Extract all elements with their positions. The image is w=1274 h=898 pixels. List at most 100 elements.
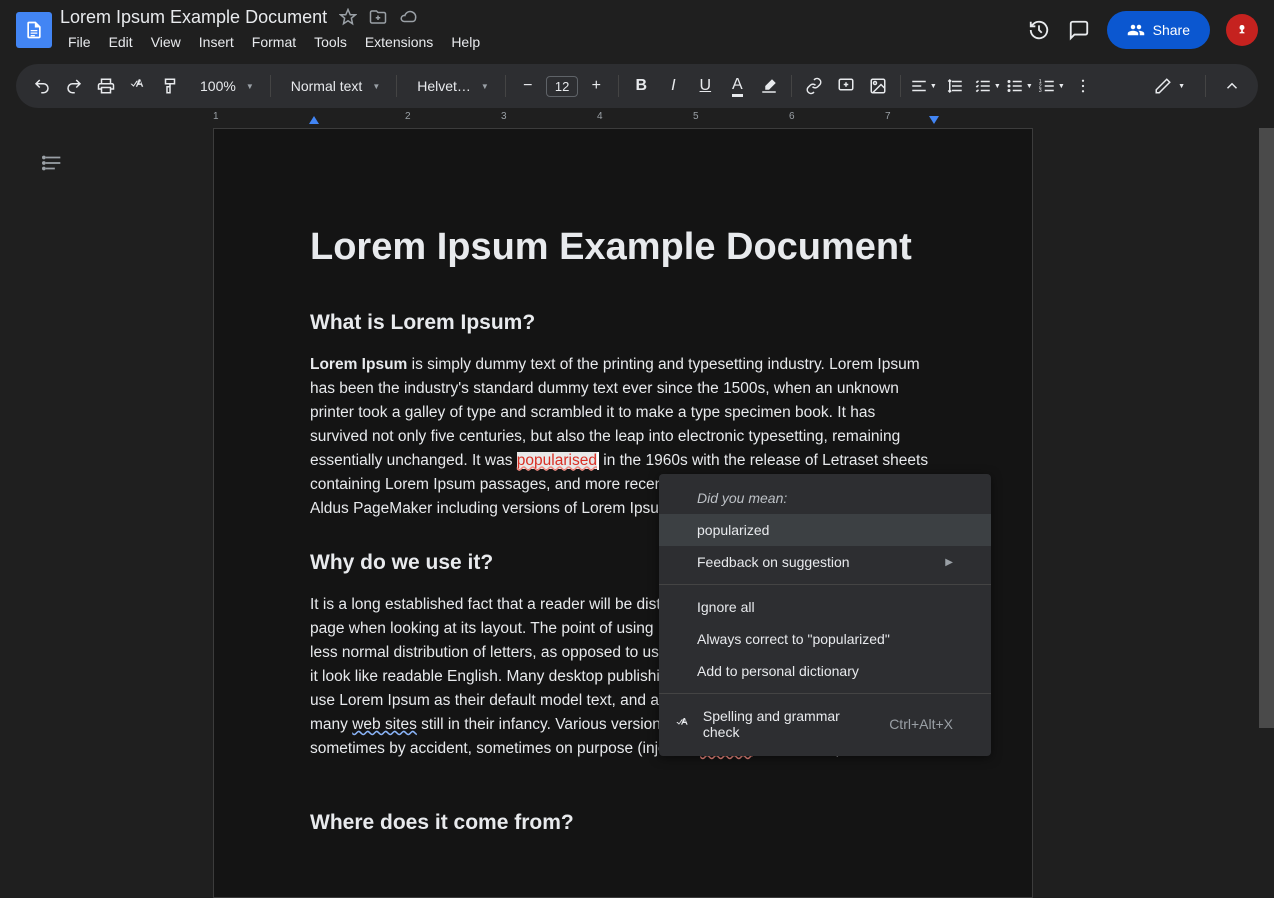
spellcheck-icon	[673, 714, 693, 734]
align-button[interactable]: ▼	[909, 72, 937, 100]
history-icon[interactable]	[1027, 18, 1051, 42]
ruler-num: 2	[405, 111, 411, 122]
feedback-item[interactable]: Feedback on suggestion ▶	[659, 546, 991, 578]
highlight-button[interactable]	[755, 72, 783, 100]
separator	[505, 75, 506, 97]
styles-dropdown[interactable]: Normal text ▼	[279, 78, 389, 94]
grammar-word[interactable]: web sites	[352, 716, 417, 733]
menu-bar: File Edit View Insert Format Tools Exten…	[60, 30, 1027, 54]
chevron-down-icon: ▼	[481, 82, 489, 91]
link-button[interactable]	[800, 72, 828, 100]
menu-item-label: Add to personal dictionary	[697, 663, 859, 679]
scrollbar-thumb[interactable]	[1259, 128, 1274, 728]
menu-view[interactable]: View	[143, 30, 189, 54]
underline-button[interactable]: U	[691, 72, 719, 100]
always-correct-item[interactable]: Always correct to "popularized"	[659, 623, 991, 655]
menu-item-label: Always correct to "popularized"	[697, 631, 890, 647]
indent-marker-icon[interactable]	[929, 116, 939, 124]
separator	[900, 75, 901, 97]
chevron-down-icon: ▼	[372, 82, 380, 91]
menu-item-label: Spelling and grammar check	[703, 708, 879, 740]
font-inc-button[interactable]: +	[582, 72, 610, 100]
ruler-num: 4	[597, 111, 603, 122]
zoom-dropdown[interactable]: 100% ▼	[188, 78, 262, 94]
cloud-status-icon[interactable]	[399, 8, 417, 26]
redo-button[interactable]	[60, 72, 88, 100]
ignore-all-item[interactable]: Ignore all	[659, 591, 991, 623]
menu-insert[interactable]: Insert	[191, 30, 242, 54]
ruler-num: 6	[789, 111, 795, 122]
collapse-button[interactable]	[1218, 72, 1246, 100]
bullet-list-button[interactable]: ▼	[1005, 72, 1033, 100]
spelling-suggestion[interactable]: popularized	[659, 514, 991, 546]
menu-format[interactable]: Format	[244, 30, 304, 54]
toolbar: 100% ▼ Normal text ▼ Helvet… ▼ − 12 + B …	[16, 64, 1258, 108]
star-icon[interactable]	[339, 8, 357, 26]
share-label: Share	[1153, 22, 1190, 38]
menu-extensions[interactable]: Extensions	[357, 30, 441, 54]
undo-button[interactable]	[28, 72, 56, 100]
more-button[interactable]	[1069, 72, 1097, 100]
font-size-input[interactable]: 12	[546, 76, 578, 97]
ruler-num: 3	[501, 111, 507, 122]
spellcheck-context-menu: Did you mean: popularized Feedback on su…	[659, 474, 991, 756]
doc-heading-2: What is Lorem Ipsum?	[310, 311, 936, 335]
separator	[396, 75, 397, 97]
separator	[618, 75, 619, 97]
docs-logo[interactable]	[16, 12, 52, 48]
outline-toggle[interactable]	[38, 148, 68, 178]
submenu-arrow-icon: ▶	[945, 557, 953, 568]
doc-title[interactable]: Lorem Ipsum Example Document	[60, 7, 327, 28]
avatar[interactable]	[1226, 14, 1258, 46]
ruler[interactable]: 1 2 3 4 5 6 7	[0, 108, 1274, 128]
chevron-down-icon: ▼	[246, 82, 254, 91]
bold-text: Lorem Ipsum	[310, 356, 407, 373]
add-comment-button[interactable]	[832, 72, 860, 100]
vertical-ruler[interactable]	[0, 128, 33, 898]
text-color-button[interactable]: A	[723, 72, 751, 100]
paint-format-button[interactable]	[156, 72, 184, 100]
share-button[interactable]: Share	[1107, 11, 1210, 49]
checklist-button[interactable]: ▼	[973, 72, 1001, 100]
context-title: Did you mean:	[659, 482, 991, 514]
menu-file[interactable]: File	[60, 30, 99, 54]
menu-item-label: Feedback on suggestion	[697, 554, 850, 570]
bold-button[interactable]: B	[627, 72, 655, 100]
font-dropdown[interactable]: Helvet… ▼	[405, 78, 497, 94]
spelling-grammar-item[interactable]: Spelling and grammar check Ctrl+Alt+X	[659, 700, 991, 748]
separator	[791, 75, 792, 97]
separator	[659, 584, 991, 585]
menu-edit[interactable]: Edit	[101, 30, 141, 54]
separator	[659, 693, 991, 694]
style-value: Normal text	[287, 78, 367, 94]
doc-heading-2: Where does it come from?	[310, 811, 936, 835]
menu-item-label: Ignore all	[697, 599, 755, 615]
text-cursor	[597, 452, 599, 470]
font-value: Helvet…	[413, 78, 475, 94]
suggestion-text: popularized	[697, 522, 769, 538]
font-dec-button[interactable]: −	[514, 72, 542, 100]
number-list-button[interactable]: 123▼	[1037, 72, 1065, 100]
comment-icon[interactable]	[1067, 18, 1091, 42]
ruler-num: 7	[885, 111, 891, 122]
spellcheck-button[interactable]	[124, 72, 152, 100]
doc-heading-1: Lorem Ipsum Example Document	[310, 225, 936, 271]
separator	[270, 75, 271, 97]
ruler-num: 5	[693, 111, 699, 122]
move-icon[interactable]	[369, 8, 387, 26]
keyboard-shortcut: Ctrl+Alt+X	[889, 716, 953, 732]
image-button[interactable]	[864, 72, 892, 100]
add-dictionary-item[interactable]: Add to personal dictionary	[659, 655, 991, 687]
misspelled-word-selected[interactable]: popularised	[517, 452, 597, 469]
menu-tools[interactable]: Tools	[306, 30, 355, 54]
vertical-scrollbar[interactable]	[1259, 128, 1274, 898]
italic-button[interactable]: I	[659, 72, 687, 100]
indent-marker-icon[interactable]	[309, 116, 319, 124]
separator	[1205, 75, 1206, 97]
ruler-num: 1	[213, 111, 219, 122]
line-spacing-button[interactable]	[941, 72, 969, 100]
menu-help[interactable]: Help	[443, 30, 488, 54]
editing-mode-button[interactable]: ▼	[1146, 72, 1193, 100]
zoom-value: 100%	[196, 78, 240, 94]
print-button[interactable]	[92, 72, 120, 100]
